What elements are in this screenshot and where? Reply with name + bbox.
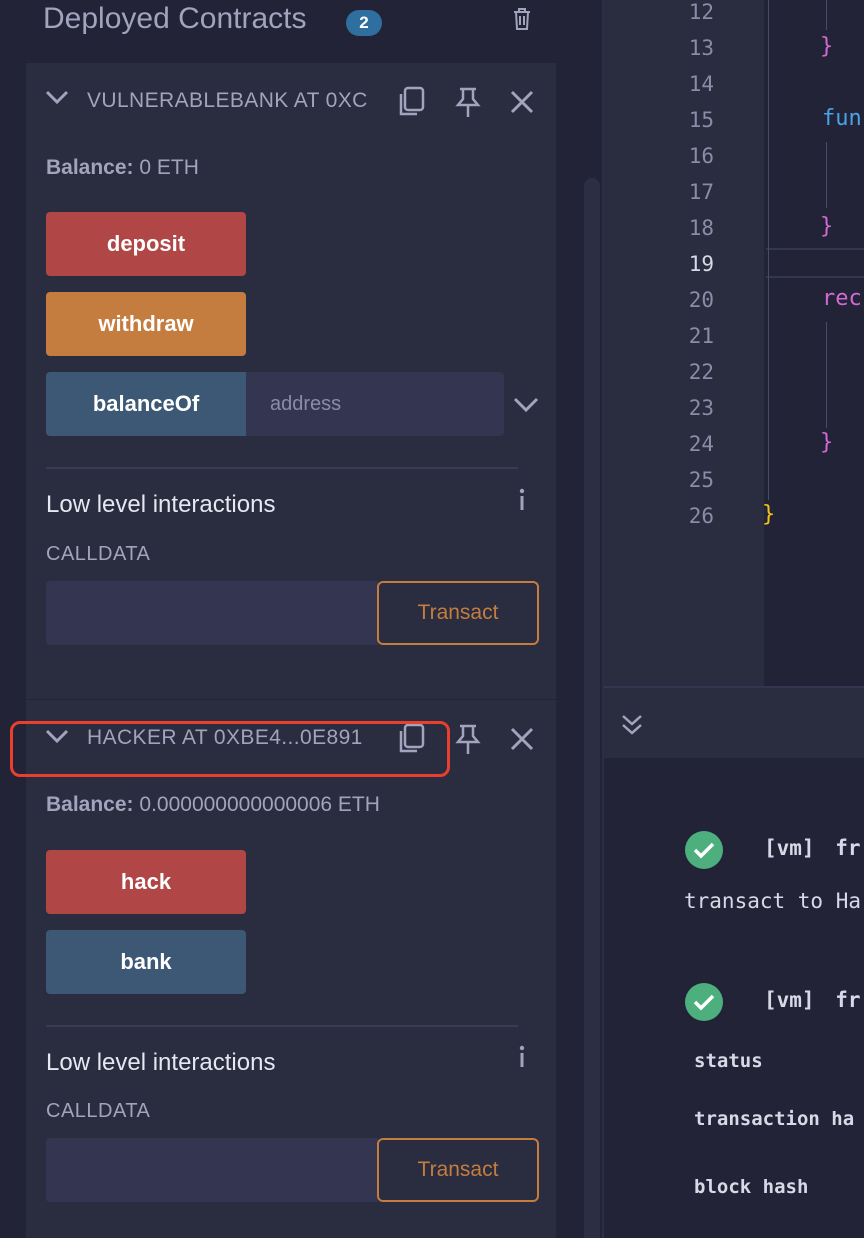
- line-number: 25: [688, 468, 714, 492]
- divider: [46, 467, 518, 469]
- bank-button[interactable]: bank: [46, 930, 246, 994]
- calldata-input[interactable]: [46, 581, 378, 645]
- line-number-active: 19: [688, 252, 714, 276]
- hack-button[interactable]: hack: [46, 850, 246, 914]
- withdraw-button[interactable]: withdraw: [46, 292, 246, 356]
- balance-value: 0.000000000000006 ETH: [139, 793, 380, 816]
- line-number: 26: [688, 504, 714, 528]
- contract-count-badge: 2: [346, 10, 382, 36]
- vm-tag: [vm]: [764, 836, 815, 860]
- current-line-highlight: [766, 248, 864, 278]
- code-token: }: [820, 430, 834, 455]
- copy-icon[interactable]: [396, 85, 428, 119]
- contract-card-vulnerablebank: VULNERABLEBANK AT 0XC Balance: 0 ETH dep…: [26, 63, 556, 699]
- contract-header[interactable]: VULNERABLEBANK AT 0XC: [26, 63, 556, 135]
- terminal-toolbar: [604, 686, 864, 758]
- code-token: }: [820, 34, 834, 59]
- from-text: fr: [835, 988, 861, 1012]
- terminal-detail: transact to Ha: [684, 889, 862, 913]
- low-level-title: Low level interactions: [46, 1049, 276, 1076]
- line-number: 16: [688, 144, 714, 168]
- from-text: fr: [835, 836, 861, 860]
- contract-title: VULNERABLEBANK AT 0XC: [87, 89, 368, 112]
- close-icon[interactable]: [506, 722, 538, 756]
- indent-guide: [768, 0, 769, 500]
- transact-button[interactable]: Transact: [377, 581, 539, 645]
- deposit-button[interactable]: deposit: [46, 212, 246, 276]
- line-gutter: 12 13 14 15 16 17 18 19 20 21 22 23 24 2…: [604, 0, 764, 686]
- info-icon[interactable]: [514, 1044, 530, 1070]
- trash-icon[interactable]: [510, 6, 534, 32]
- line-number: 12: [688, 0, 714, 24]
- indent-guide: [826, 142, 827, 208]
- contract-card-hacker: HACKER AT 0XBE4...0E891 Balance: 0.00000…: [26, 700, 556, 1238]
- line-number: 20: [688, 288, 714, 312]
- terminal-output[interactable]: [vm] fr transact to Ha [vm] fr status tr…: [604, 758, 864, 1238]
- line-number: 14: [688, 72, 714, 96]
- line-number: 24: [688, 432, 714, 456]
- double-chevron-down-icon[interactable]: [619, 712, 645, 738]
- scrollbar[interactable]: [584, 178, 600, 1238]
- balanceof-button[interactable]: balanceOf: [46, 372, 246, 436]
- balance-label: Balance:: [46, 156, 134, 179]
- code-token: rec: [822, 286, 862, 311]
- terminal-field-txhash: transaction ha: [694, 1108, 855, 1130]
- balance-label: Balance:: [46, 793, 134, 816]
- indent-guide: [826, 322, 827, 428]
- line-number: 15: [688, 108, 714, 132]
- line-number: 18: [688, 216, 714, 240]
- success-check-icon: [685, 831, 723, 869]
- calldata-label: CALLDATA: [46, 543, 151, 565]
- low-level-title: Low level interactions: [46, 491, 276, 518]
- calldata-label: CALLDATA: [46, 1100, 151, 1122]
- section-title: Deployed Contracts: [43, 2, 307, 35]
- pin-icon[interactable]: [452, 85, 484, 119]
- line-number: 21: [688, 324, 714, 348]
- terminal-tag: [vm] fr: [764, 836, 861, 860]
- address-input[interactable]: address: [246, 372, 504, 436]
- contract-balance: Balance: 0.000000000000006 ETH: [46, 793, 380, 817]
- close-icon[interactable]: [506, 85, 538, 119]
- terminal-field-blockhash: block hash: [694, 1176, 809, 1198]
- line-number: 13: [688, 36, 714, 60]
- highlight-annotation: [10, 721, 450, 777]
- line-number: 22: [688, 360, 714, 384]
- terminal-tag: [vm] fr: [764, 988, 861, 1012]
- transact-button[interactable]: Transact: [377, 1138, 539, 1202]
- deployed-contracts-panel: Deployed Contracts 2 VULNERABLEBANK AT 0…: [0, 0, 603, 1238]
- success-check-icon: [685, 983, 723, 1021]
- code-editor[interactable]: 12 13 14 15 16 17 18 19 20 21 22 23 24 2…: [604, 0, 864, 686]
- info-icon[interactable]: [514, 487, 530, 513]
- terminal-field-status: status: [694, 1050, 763, 1072]
- pin-icon[interactable]: [452, 722, 484, 756]
- chevron-down-icon[interactable]: [44, 87, 70, 107]
- balance-value: 0 ETH: [139, 156, 199, 179]
- code-token: }: [762, 502, 776, 527]
- code-token: fun: [822, 106, 862, 131]
- line-number: 23: [688, 396, 714, 420]
- chevron-down-icon[interactable]: [512, 394, 540, 414]
- calldata-input[interactable]: [46, 1138, 378, 1202]
- editor-terminal-pane: 12 13 14 15 16 17 18 19 20 21 22 23 24 2…: [604, 0, 864, 1238]
- divider: [46, 1025, 518, 1027]
- indent-guide: [826, 0, 827, 30]
- line-number: 17: [688, 180, 714, 204]
- contract-balance: Balance: 0 ETH: [46, 156, 199, 180]
- vm-tag: [vm]: [764, 988, 815, 1012]
- code-token: }: [820, 214, 834, 239]
